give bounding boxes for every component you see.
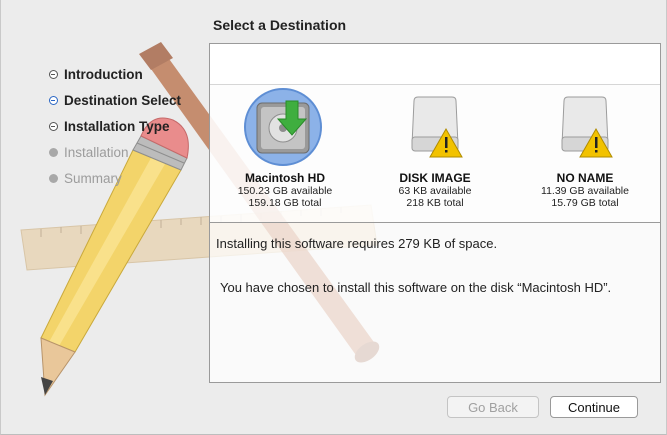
step-label: Installation Type (64, 119, 170, 134)
disk-list: Macintosh HD 150.23 GB available 159.18 … (210, 85, 660, 223)
step-label: Destination Select (64, 93, 182, 108)
disk-available: 11.39 GB available (541, 185, 629, 197)
step-installation: Installation (49, 144, 181, 170)
disk-available: 63 KB available (398, 185, 472, 197)
installer-window: Select a Destination Introduction Destin… (0, 0, 667, 435)
space-requirement-text: Installing this software requires 279 KB… (216, 236, 498, 251)
step-destination-select: Destination Select (49, 92, 181, 118)
disk-total: 15.79 GB total (551, 197, 619, 209)
step-summary: Summary (49, 170, 181, 196)
panel-header-strip (210, 44, 660, 85)
step-introduction: Introduction (49, 66, 181, 92)
page-title: Select a Destination (213, 17, 347, 33)
step-label: Introduction (64, 67, 143, 82)
disk-name: NO NAME (556, 171, 614, 185)
destination-panel: Macintosh HD 150.23 GB available 159.18 … (209, 43, 661, 383)
step-done-icon (49, 122, 58, 131)
continue-button[interactable]: Continue (550, 396, 638, 418)
disk-image[interactable]: DISK IMAGE 63 KB available 218 KB total (360, 85, 510, 209)
go-back-button[interactable]: Go Back (447, 396, 539, 418)
external-drive-warning-icon (390, 85, 480, 169)
step-current-icon (49, 96, 58, 105)
step-installation-type: Installation Type (49, 118, 181, 144)
disk-total: 218 KB total (406, 197, 464, 209)
disk-macintosh-hd[interactable]: Macintosh HD 150.23 GB available 159.18 … (210, 85, 360, 209)
installer-steps: Introduction Destination Select Installa… (49, 66, 181, 196)
step-pending-icon (49, 174, 58, 183)
disk-total: 159.18 GB total (248, 197, 322, 209)
step-label: Summary (64, 171, 122, 186)
internal-drive-icon (240, 85, 330, 169)
step-pending-icon (49, 148, 58, 157)
disk-name: DISK IMAGE (399, 171, 471, 185)
step-label: Installation (64, 145, 129, 160)
disk-available: 150.23 GB available (237, 185, 333, 197)
disk-name: Macintosh HD (244, 171, 325, 185)
external-drive-warning-icon (540, 85, 630, 169)
disk-no-name[interactable]: NO NAME 11.39 GB available 15.79 GB tota… (510, 85, 660, 209)
step-done-icon (49, 70, 58, 79)
destination-choice-text: You have chosen to install this software… (220, 280, 612, 295)
